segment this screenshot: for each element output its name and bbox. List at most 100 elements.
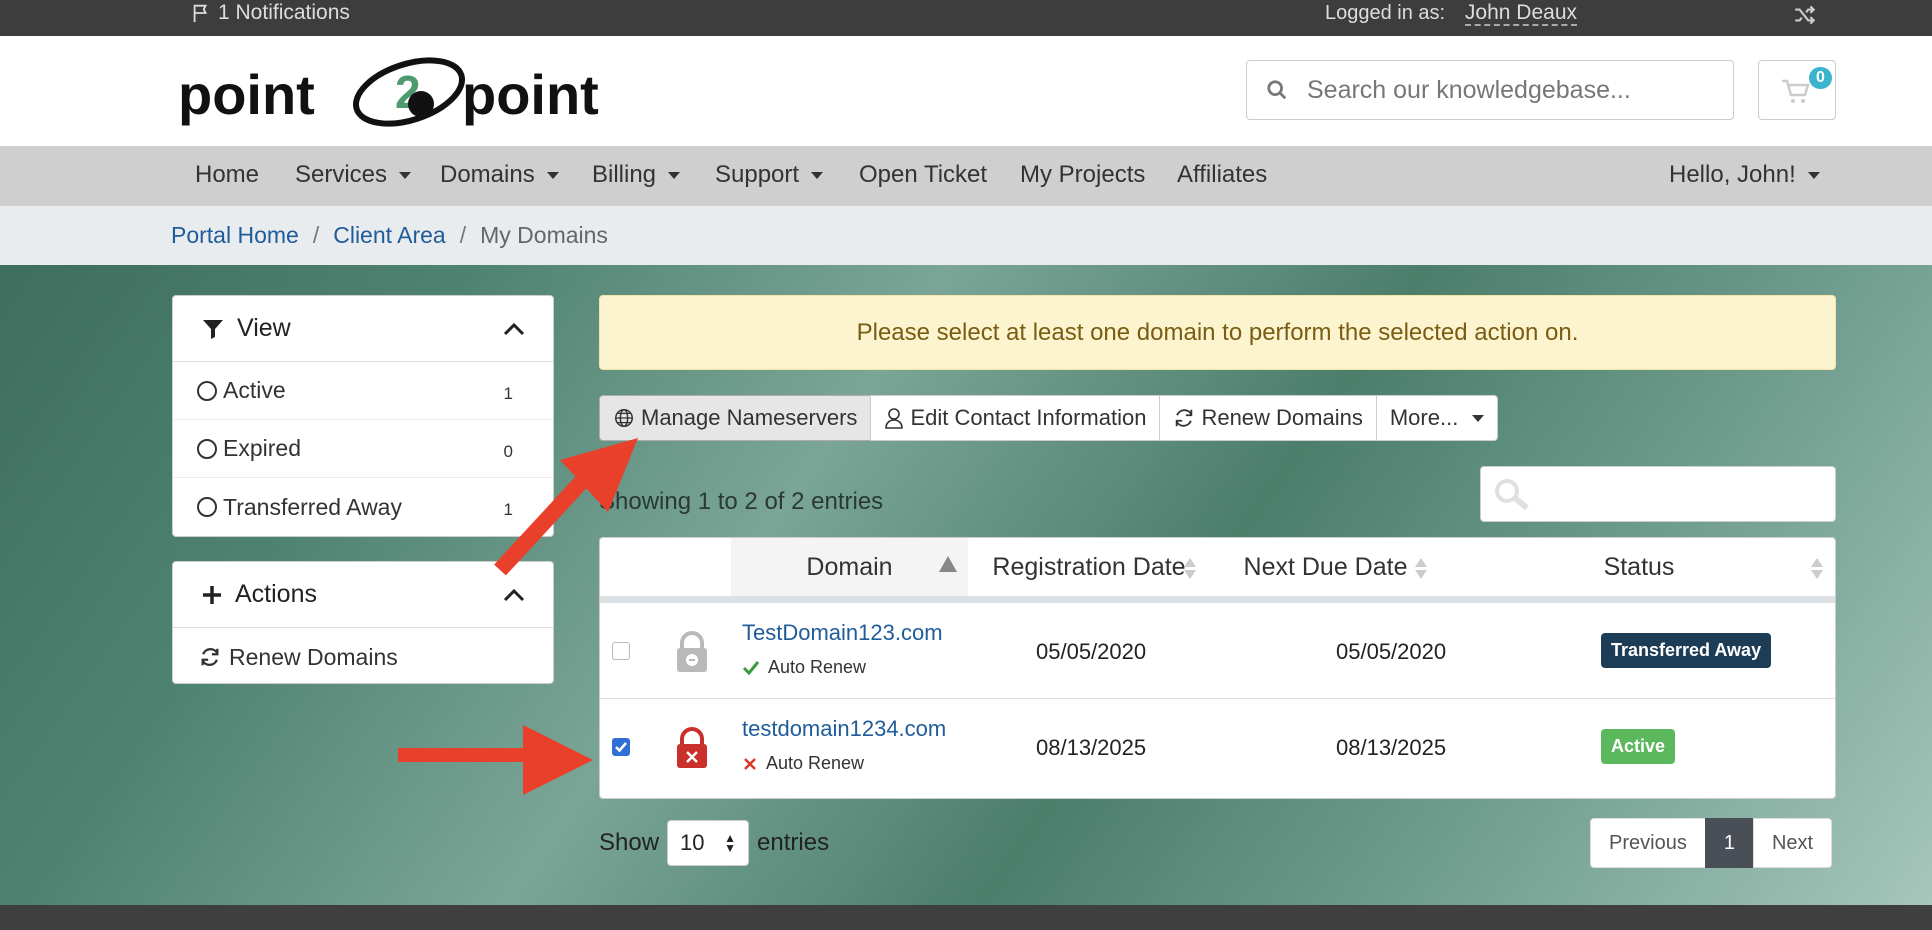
column-header-status[interactable]: Status [1441, 538, 1835, 596]
updown-icon: ▲ ▼ [724, 831, 737, 855]
shuffle-icon[interactable] [1792, 2, 1818, 28]
search-input[interactable] [1307, 75, 1733, 105]
main-nav: Home Services Domains Billing Support Op… [0, 146, 1932, 206]
nav-label: Services [295, 161, 388, 188]
row-checkbox[interactable] [612, 738, 630, 756]
cart-count-badge: 0 [1809, 67, 1832, 89]
caret-down-icon [399, 171, 412, 179]
nav-label: Support [715, 161, 800, 188]
nav-support[interactable]: Support [715, 161, 824, 189]
chevron-up-icon[interactable] [503, 322, 525, 336]
table-row[interactable]: testdomain1234.com Auto Renew 08/13/2025… [600, 699, 1835, 795]
breadcrumb-client-area[interactable]: Client Area [333, 222, 446, 249]
nav-affiliates[interactable]: Affiliates [1177, 161, 1267, 189]
page-length-value: 10 [680, 830, 705, 855]
action-renew-domains[interactable]: Renew Domains [173, 628, 553, 686]
nav-home[interactable]: Home [195, 161, 259, 189]
notifications-link[interactable]: 1 Notifications [190, 1, 350, 25]
top-bar: 1 Notifications Logged in as: John Deaux [0, 0, 1932, 36]
auto-renew-status: Auto Renew [742, 657, 866, 678]
sort-icon [1811, 558, 1823, 580]
chevron-up-icon[interactable] [503, 588, 525, 602]
nav-services[interactable]: Services [295, 161, 412, 189]
nav-my-projects[interactable]: My Projects [1020, 161, 1145, 189]
breadcrumb-separator: / [459, 222, 467, 248]
view-panel-header[interactable]: View [173, 296, 553, 362]
column-label: Status [1603, 552, 1675, 581]
annotation-arrow-icon [494, 438, 638, 576]
sort-icon [1415, 558, 1427, 580]
caret-down-icon [1472, 414, 1485, 422]
nav-label: Open Ticket [859, 161, 988, 188]
previous-page-button[interactable]: Previous [1590, 818, 1706, 868]
plus-icon [203, 585, 221, 604]
table-header: Domain Registration Date Next Due Date S… [600, 538, 1835, 603]
page-length-select[interactable]: 10 ▲ ▼ [667, 820, 750, 866]
column-header-domain[interactable]: Domain [731, 538, 968, 596]
page-length-control: Show 10 ▲ ▼ entries [599, 820, 829, 866]
refresh-icon [1176, 409, 1193, 427]
refresh-icon [201, 648, 219, 666]
logged-in-label: Logged in as: [1324, 2, 1446, 24]
radio-icon [197, 497, 217, 517]
nav-billing[interactable]: Billing [592, 161, 681, 189]
edit-contact-button[interactable]: Edit Contact Information [870, 395, 1161, 441]
auto-renew-label: Auto Renew [768, 657, 867, 677]
nav-label: Hello, John! [1669, 161, 1796, 188]
search-icon [1495, 479, 1529, 511]
radio-icon [197, 438, 217, 459]
nav-open-ticket[interactable]: Open Ticket [859, 161, 987, 189]
button-label: Renew Domains [1201, 405, 1363, 430]
notifications-label: 1 Notifications [218, 1, 350, 24]
column-label: Domain [806, 552, 893, 581]
domain-link[interactable]: testdomain1234.com [742, 716, 946, 742]
domain-link[interactable]: TestDomain123.com [742, 620, 943, 646]
filter-label: Transferred Away [223, 493, 402, 520]
filter-active[interactable]: Active 1 [173, 362, 553, 420]
globe-icon [615, 409, 633, 427]
next-page-button[interactable]: Next [1752, 818, 1833, 868]
login-info: Logged in as: John Deaux [1324, 1, 1577, 26]
auto-renew-label: Auto Renew [766, 753, 865, 773]
sort-asc-icon [939, 556, 957, 580]
cart-button[interactable]: 0 [1758, 60, 1836, 120]
button-label: Edit Contact Information [910, 405, 1147, 430]
action-label: Renew Domains [229, 643, 398, 670]
table-search-input[interactable] [1480, 466, 1836, 522]
column-label: Next Due Date [1243, 552, 1408, 581]
caret-down-icon [811, 171, 824, 179]
sort-icon [1184, 558, 1196, 580]
bulk-action-toolbar: Manage Nameservers Edit Contact Informat… [599, 395, 1499, 441]
show-label: Show [599, 829, 660, 856]
registration-date: 05/05/2020 [1036, 639, 1147, 664]
page-1-button[interactable]: 1 [1704, 818, 1754, 868]
nav-domains[interactable]: Domains [440, 161, 559, 189]
table-row[interactable]: TestDomain123.com Auto Renew 05/05/2020 … [600, 603, 1835, 699]
knowledgebase-search[interactable] [1246, 60, 1734, 120]
renew-domains-button[interactable]: Renew Domains [1159, 395, 1377, 441]
nav-label: Billing [592, 161, 657, 188]
breadcrumb-portal-home[interactable]: Portal Home [171, 222, 299, 249]
user-name-link[interactable]: John Deaux [1464, 1, 1577, 26]
search-icon [1267, 80, 1287, 100]
registration-date: 08/13/2025 [1036, 735, 1147, 760]
domains-table: Domain Registration Date Next Due Date S… [599, 537, 1836, 799]
filter-label: Active [223, 377, 286, 403]
column-header-next-due-date[interactable]: Next Due Date [1210, 538, 1441, 596]
logo-text-left: point [178, 63, 315, 126]
footer-bar [0, 905, 1932, 930]
company-logo[interactable]: point 2 point [176, 52, 616, 132]
column-header-registration-date[interactable]: Registration Date [968, 538, 1210, 596]
caret-down-icon [668, 171, 681, 179]
breadcrumb-separator: / [312, 222, 320, 248]
filter-label: Expired [223, 435, 301, 461]
button-label: Manage Nameservers [641, 405, 858, 430]
filter-count: 1 [503, 384, 513, 403]
nav-label: Home [195, 161, 260, 188]
nav-user-menu[interactable]: Hello, John! [1669, 161, 1820, 189]
more-dropdown-button[interactable]: More... [1375, 395, 1499, 441]
row-checkbox[interactable] [612, 642, 630, 660]
actions-panel-title: Actions [235, 580, 317, 608]
nav-label: Domains [440, 161, 535, 188]
checkmark-icon [615, 742, 627, 753]
